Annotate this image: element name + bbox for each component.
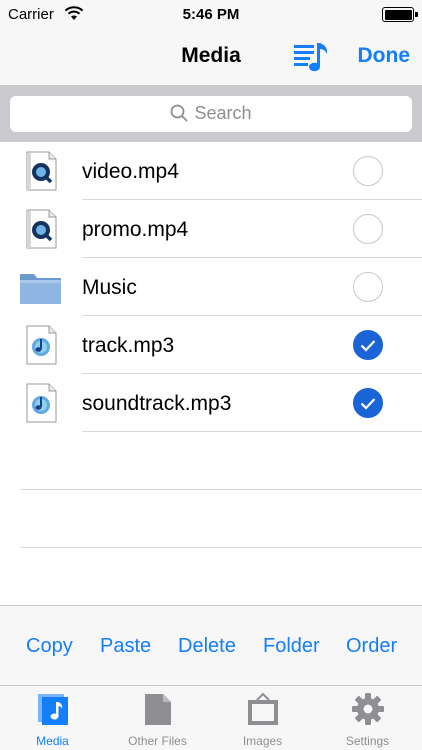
checkmark-icon [360, 340, 376, 352]
quicktime-file-icon [26, 151, 57, 191]
checkmark-icon [360, 398, 376, 410]
gear-icon [352, 693, 384, 725]
paste-button[interactable]: Paste [100, 635, 151, 658]
navigation-bar: Media Done [0, 30, 422, 86]
playlist-button[interactable] [292, 40, 332, 74]
audio-file-icon [26, 325, 57, 365]
order-button[interactable]: Order [346, 635, 397, 658]
folder-icon [20, 274, 61, 304]
selection-checkbox[interactable] [353, 388, 383, 418]
tab-other-files[interactable]: Other Files [105, 686, 210, 750]
file-name: soundtrack.mp3 [82, 392, 232, 415]
tab-images[interactable]: Images [210, 686, 315, 750]
music-note-icon [38, 694, 68, 725]
clock: 5:46 PM [182, 6, 240, 23]
file-name: track.mp3 [82, 334, 175, 357]
selection-checkbox[interactable] [353, 214, 383, 244]
selection-checkbox[interactable] [353, 272, 383, 302]
action-toolbar: Copy Paste Delete Folder Order [0, 605, 422, 685]
tab-label: Other Files [128, 734, 187, 748]
selection-checkbox[interactable] [353, 156, 383, 186]
file-name: promo.mp4 [82, 218, 189, 241]
tab-label: Settings [345, 734, 390, 748]
list-item[interactable]: promo.mp4 [0, 200, 422, 258]
quicktime-file-icon [26, 209, 57, 249]
playlist-icon [294, 43, 328, 72]
audio-file-icon [26, 383, 57, 423]
tab-settings[interactable]: Settings [315, 686, 420, 750]
tab-bar: Media Other Files Images Settings [0, 685, 422, 750]
file-name: Music [82, 276, 137, 299]
copy-button[interactable]: Copy [26, 635, 73, 658]
list-item[interactable]: soundtrack.mp3 [0, 374, 422, 432]
list-item[interactable]: video.mp4 [0, 142, 422, 200]
status-bar: Carrier 5:46 PM [0, 0, 422, 30]
done-button[interactable]: Done [358, 44, 411, 68]
tab-label: Images [242, 734, 283, 748]
empty-row [0, 490, 422, 548]
folder-button[interactable]: Folder [263, 635, 320, 658]
tab-media[interactable]: Media [0, 686, 105, 750]
delete-button[interactable]: Delete [178, 635, 236, 658]
tab-label: Media [36, 734, 69, 748]
file-list: video.mp4 promo.mp4 Music track.mp3 soun… [0, 142, 422, 548]
file-name: video.mp4 [82, 160, 179, 183]
list-item[interactable]: Music [0, 258, 422, 316]
battery-icon [382, 7, 418, 22]
list-item[interactable]: track.mp3 [0, 316, 422, 374]
document-icon [145, 694, 171, 725]
search-field[interactable]: Search [10, 96, 412, 132]
picture-frame-icon [248, 692, 278, 725]
empty-row [0, 432, 422, 490]
search-bar: Search [0, 86, 422, 142]
selection-checkbox[interactable] [353, 330, 383, 360]
